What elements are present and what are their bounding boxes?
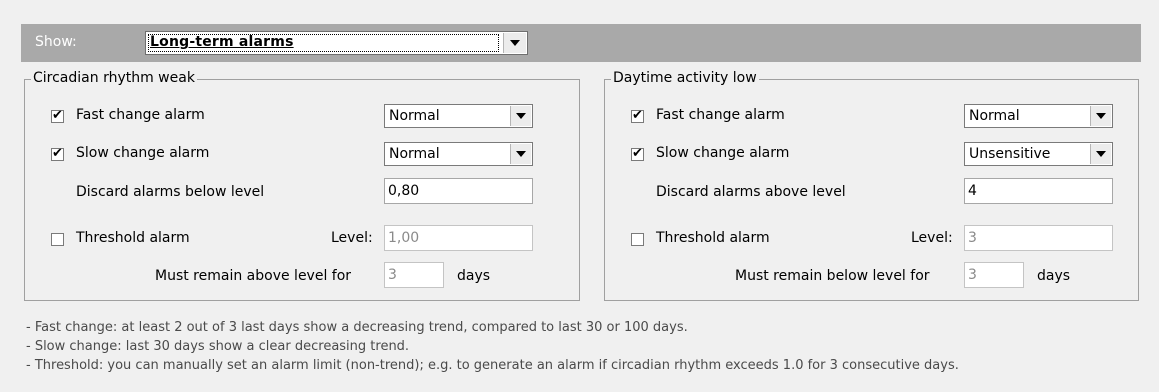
show-dropdown-button[interactable] (503, 33, 526, 53)
fast-change-checkbox[interactable]: ✔ (51, 108, 64, 123)
checkmark-icon: ✔ (632, 108, 643, 123)
checkmark-icon: ✔ (52, 146, 63, 161)
discard-level-value: 0,80 (388, 183, 420, 199)
threshold-checkbox[interactable] (51, 233, 64, 246)
chevron-down-icon (1096, 151, 1106, 157)
chevron-down-icon (510, 40, 520, 46)
level-label: Level: (331, 230, 373, 246)
remain-label: Must remain below level for (735, 268, 930, 284)
threshold-level-value: 3 (968, 230, 977, 246)
slow-change-sensitivity-select[interactable]: Normal (384, 142, 533, 166)
fast-change-label: Fast change alarm (76, 107, 205, 123)
slow-change-sensitivity-select[interactable]: Unsensitive (964, 142, 1113, 166)
chevron-down-icon (1096, 113, 1106, 119)
checkmark-icon: ✔ (52, 108, 63, 123)
group-title: Daytime activity low (611, 70, 759, 86)
remain-days-input[interactable]: 3 (964, 262, 1024, 288)
slow-change-checkbox[interactable]: ✔ (51, 146, 64, 161)
chevron-down-icon (516, 113, 526, 119)
slow-change-sensitivity-value: Normal (389, 146, 440, 162)
dropdown-button[interactable] (510, 144, 531, 164)
dropdown-button[interactable] (1090, 144, 1111, 164)
show-select-value: Long-term alarms (150, 34, 294, 50)
fast-change-label: Fast change alarm (656, 107, 785, 123)
slow-change-checkbox[interactable]: ✔ (631, 146, 644, 161)
group-title: Circadian rhythm weak (31, 70, 197, 86)
slow-change-sensitivity-value: Unsensitive (969, 146, 1051, 162)
remain-days-value: 3 (388, 267, 397, 283)
fast-change-sensitivity-value: Normal (969, 108, 1020, 124)
note-fast-change: - Fast change: at least 2 out of 3 last … (26, 320, 688, 335)
dropdown-button[interactable] (1090, 106, 1111, 126)
level-label: Level: (911, 230, 953, 246)
note-slow-change: - Slow change: last 30 days show a clear… (26, 339, 410, 354)
days-label: days (457, 268, 491, 284)
slow-change-label: Slow change alarm (76, 145, 210, 161)
discard-level-input[interactable]: 4 (964, 178, 1113, 204)
dropdown-button[interactable] (510, 106, 531, 126)
threshold-level-input[interactable]: 1,00 (384, 225, 533, 251)
fast-change-sensitivity-select[interactable]: Normal (964, 104, 1113, 128)
show-label: Show: (35, 34, 77, 50)
group-daytime-activity-low: Daytime activity low ✔ Fast change alarm… (604, 70, 1139, 301)
fast-change-sensitivity-value: Normal (389, 108, 440, 124)
checkmark-icon: ✔ (632, 146, 643, 161)
slow-change-label: Slow change alarm (656, 145, 790, 161)
discard-level-value: 4 (968, 183, 977, 199)
days-label: days (1037, 268, 1071, 284)
discard-level-input[interactable]: 0,80 (384, 178, 533, 204)
remain-days-input[interactable]: 3 (384, 262, 444, 288)
group-circadian-rhythm-weak: Circadian rhythm weak ✔ Fast change alar… (24, 70, 580, 301)
fast-change-checkbox[interactable]: ✔ (631, 108, 644, 123)
remain-days-value: 3 (968, 267, 977, 283)
threshold-label: Threshold alarm (76, 230, 190, 246)
threshold-level-input[interactable]: 3 (964, 225, 1113, 251)
note-threshold: - Threshold: you can manually set an ala… (26, 358, 959, 373)
remain-label: Must remain above level for (155, 268, 352, 284)
show-bar: Show: Long-term alarms (21, 24, 1141, 62)
discard-label: Discard alarms below level (76, 184, 265, 200)
discard-label: Discard alarms above level (656, 184, 846, 200)
chevron-down-icon (516, 151, 526, 157)
show-select[interactable]: Long-term alarms (145, 31, 528, 55)
fast-change-sensitivity-select[interactable]: Normal (384, 104, 533, 128)
threshold-label: Threshold alarm (656, 230, 770, 246)
threshold-level-value: 1,00 (388, 230, 420, 246)
threshold-checkbox[interactable] (631, 233, 644, 246)
